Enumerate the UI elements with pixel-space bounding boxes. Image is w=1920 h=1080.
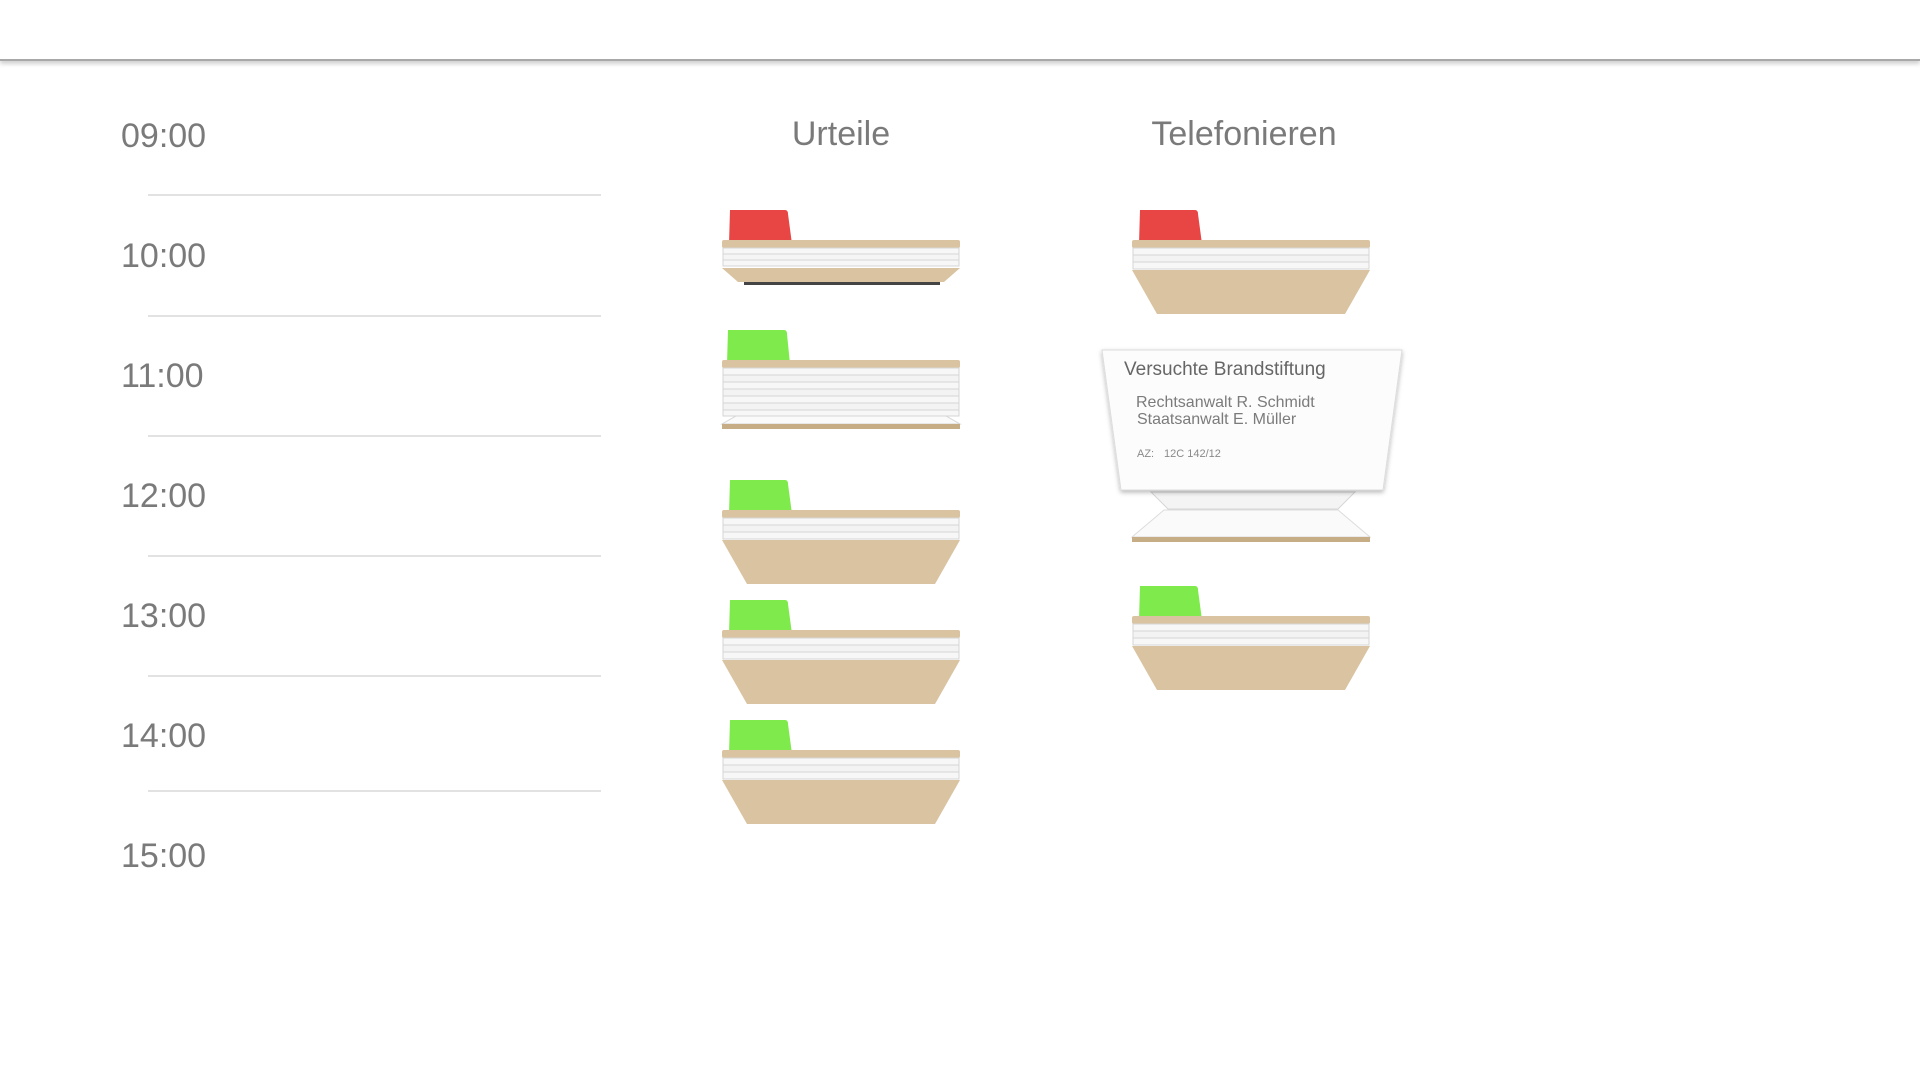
folder-icon bbox=[722, 600, 960, 704]
hour-divider bbox=[148, 675, 601, 677]
folder-icon bbox=[1132, 210, 1370, 314]
case-folder[interactable] bbox=[722, 208, 962, 290]
top-bar bbox=[0, 0, 1920, 61]
case-lawyer: Rechtsanwalt R. Schmidt bbox=[1136, 394, 1315, 411]
folder-icon bbox=[1132, 586, 1370, 690]
folder-icon bbox=[722, 720, 960, 824]
column-header-urteile: Urteile bbox=[791, 115, 891, 153]
hour-label: 09:00 bbox=[121, 117, 207, 155]
hour-divider bbox=[148, 435, 601, 437]
column-header-telefonieren: Telefonieren bbox=[1151, 115, 1337, 153]
case-folder[interactable] bbox=[1132, 584, 1372, 692]
case-folder[interactable] bbox=[722, 718, 962, 826]
folder-tab-red bbox=[729, 210, 792, 244]
case-prosecutor: Staatsanwalt E. Müller bbox=[1137, 411, 1297, 428]
hour-label: 10:00 bbox=[121, 237, 207, 275]
hour-label: 14:00 bbox=[121, 717, 207, 755]
case-folder[interactable] bbox=[720, 328, 962, 432]
hour-label: 12:00 bbox=[121, 477, 207, 515]
hour-label: 15:00 bbox=[121, 837, 207, 875]
folder-tab-green bbox=[729, 600, 792, 634]
folder-tab-green bbox=[727, 330, 790, 364]
hour-divider bbox=[148, 555, 601, 557]
folder-tab-red bbox=[1139, 210, 1202, 244]
folder-icon bbox=[722, 480, 960, 584]
case-folder[interactable] bbox=[1132, 208, 1372, 316]
case-title: Versuchte Brandstiftung bbox=[1124, 359, 1326, 380]
folder-tab-green bbox=[729, 480, 792, 514]
hour-label: 13:00 bbox=[121, 597, 207, 635]
case-az-value: 12C 142/12 bbox=[1164, 448, 1221, 460]
folder-tab-green bbox=[729, 720, 792, 754]
case-card[interactable]: Versuchte Brandstiftung Rechtsanwalt R. … bbox=[1100, 348, 1405, 546]
case-folder[interactable] bbox=[722, 598, 962, 706]
hour-label: 11:00 bbox=[121, 357, 204, 395]
hour-divider bbox=[148, 315, 601, 317]
folder-tab-green bbox=[1139, 586, 1202, 620]
case-az-label: AZ: bbox=[1137, 448, 1155, 460]
case-folder[interactable] bbox=[722, 478, 962, 586]
folder-icon bbox=[720, 330, 962, 429]
hour-divider bbox=[148, 790, 601, 792]
hour-divider bbox=[148, 194, 601, 196]
folder-icon bbox=[722, 210, 960, 285]
app-window: 09:00 10:00 11:00 12:00 13:00 14:00 15:0… bbox=[0, 0, 1920, 1080]
